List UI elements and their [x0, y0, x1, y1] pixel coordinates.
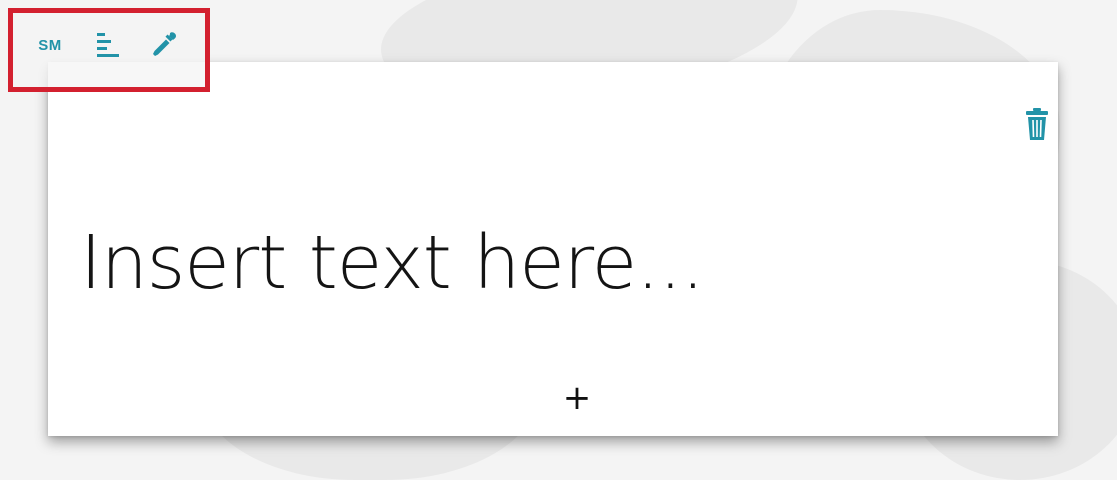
align-left-icon [97, 33, 119, 57]
text-content-field[interactable]: Insert text here... [80, 226, 980, 300]
text-block-toolbar: SM [8, 8, 210, 92]
delete-button[interactable] [1024, 104, 1050, 144]
add-block-button[interactable]: + [559, 380, 595, 416]
text-block-card: Insert text here... + [48, 62, 1058, 436]
text-color-button[interactable] [149, 30, 179, 60]
eyedropper-icon [153, 32, 176, 56]
text-size-button[interactable]: SM [33, 30, 67, 60]
text-align-button[interactable] [95, 31, 121, 59]
trash-icon [1026, 108, 1048, 140]
